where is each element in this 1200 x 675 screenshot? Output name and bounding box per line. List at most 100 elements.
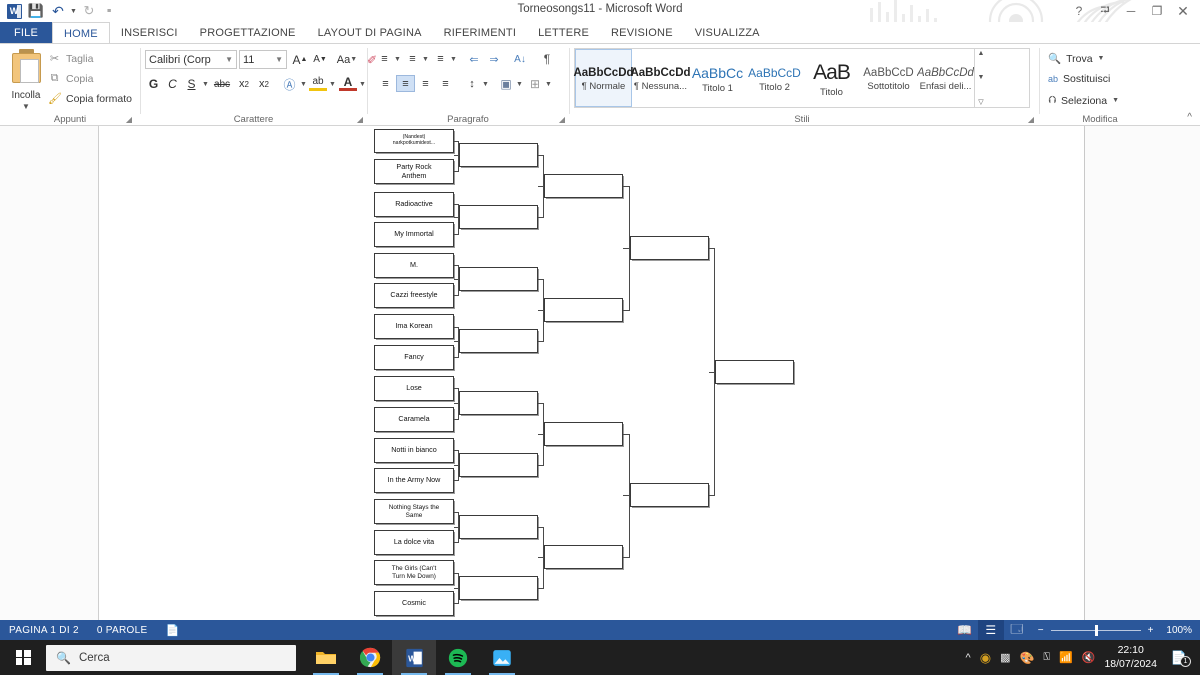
font-dialog-launcher[interactable]: ◢ <box>357 115 363 124</box>
bracket-slot-r3-2[interactable] <box>544 298 623 322</box>
paste-dropdown-caret-icon[interactable]: ▼ <box>22 102 30 111</box>
bracket-slot-r2-3[interactable] <box>459 267 538 291</box>
bracket-slot-r3-3[interactable] <box>544 422 623 446</box>
paste-label[interactable]: Incolla <box>2 90 50 101</box>
line-spacing-button[interactable]: ↕ <box>463 75 481 92</box>
style-item-enfasi-delicata[interactable]: AaBbCcDd Enfasi deli... <box>917 49 974 107</box>
clock[interactable]: 22:10 18/07/2024 <box>1104 644 1157 670</box>
tab-lettere[interactable]: LETTERE <box>527 22 600 44</box>
font-color-button[interactable]: A <box>339 75 357 91</box>
bracket-slot-r3-1[interactable] <box>544 174 623 198</box>
cut-button[interactable]: ✂ Taglia <box>48 52 94 66</box>
increase-indent-button[interactable]: ⇒ <box>485 50 503 68</box>
scroll-down-icon[interactable]: ▼ <box>978 74 985 81</box>
select-caret-icon[interactable]: ▼ <box>1112 97 1119 104</box>
tab-file[interactable]: FILE <box>0 22 53 44</box>
styles-dialog-launcher[interactable]: ◢ <box>1028 115 1034 124</box>
zoom-in-button[interactable]: + <box>1148 625 1154 636</box>
styles-gallery-scrollbar[interactable]: ▲ ▼ ▽ <box>974 49 987 107</box>
bracket-slot-r2-1[interactable] <box>459 143 538 167</box>
decrease-indent-button[interactable]: ⇐ <box>465 50 483 68</box>
strikethrough-button[interactable]: abc <box>211 75 233 93</box>
style-item-normale[interactable]: AaBbCcDd ¶ Normale <box>573 49 634 107</box>
font-size-caret-icon[interactable]: ▼ <box>275 55 283 64</box>
bracket-slot-r2-6[interactable] <box>459 453 538 477</box>
align-center-button[interactable]: ≡ <box>396 75 415 92</box>
microsoft-word-icon[interactable]: W <box>392 640 436 675</box>
ribbon-tabs[interactable]: FILE HOME INSERISCI PROGETTAZIONE LAYOUT… <box>0 22 1200 44</box>
tab-layout-di-pagina[interactable]: LAYOUT DI PAGINA <box>307 22 433 44</box>
file-explorer-icon[interactable] <box>304 640 348 675</box>
bullets-button[interactable]: ≡ <box>376 50 393 68</box>
bluetooth-off-icon[interactable]: ⍂ <box>1043 651 1050 664</box>
bullets-caret-icon[interactable]: ▼ <box>394 56 401 63</box>
bracket-slot-r1-8[interactable]: Fancy <box>374 345 454 370</box>
zoom-control[interactable]: − + 100% <box>1038 624 1192 636</box>
change-case-button[interactable]: Aa ▼ <box>335 50 359 69</box>
subscript-button[interactable]: x2 <box>235 75 253 93</box>
align-left-button[interactable]: ≡ <box>376 75 395 92</box>
read-mode-button[interactable]: 📖 <box>952 620 978 640</box>
style-item-nessuna-spaziatura[interactable]: AaBbCcDd ¶ Nessuna... <box>630 49 690 107</box>
google-chrome-icon[interactable] <box>348 640 392 675</box>
bracket-slot-r1-16[interactable]: Cosmic <box>374 591 454 616</box>
notifications-icon[interactable]: 📄 1 <box>1166 640 1192 675</box>
print-layout-button[interactable]: ☰ <box>977 620 1004 640</box>
zoom-slider-thumb[interactable] <box>1094 624 1098 636</box>
help-button[interactable]: ? <box>1066 0 1092 22</box>
bracket-slot-r4-2[interactable] <box>630 483 709 507</box>
tray-oval-icon[interactable]: ◉ <box>980 650 991 666</box>
search-input[interactable]: 🔍 Cerca <box>46 644 296 671</box>
bracket-slot-r1-5[interactable]: M. <box>374 253 454 278</box>
font-name-caret-icon[interactable]: ▼ <box>225 55 233 64</box>
page-indicator[interactable]: PAGINA 1 DI 2 <box>0 625 88 636</box>
numbering-button[interactable]: ≡ <box>404 50 421 68</box>
text-highlight-button[interactable]: ab <box>309 75 327 91</box>
line-spacing-caret-icon[interactable]: ▼ <box>482 81 489 88</box>
tab-inserisci[interactable]: INSERISCI <box>110 22 189 44</box>
spotify-icon[interactable] <box>436 640 480 675</box>
bracket-slot-r1-11[interactable]: Notti in bianco <box>374 438 454 463</box>
tab-home[interactable]: HOME <box>52 22 110 44</box>
text-effects-caret-icon[interactable]: ▼ <box>300 81 307 88</box>
clipboard-dialog-launcher[interactable]: ◢ <box>126 115 132 124</box>
zoom-out-button[interactable]: − <box>1038 625 1044 636</box>
font-color-caret-icon[interactable]: ▼ <box>359 81 366 88</box>
show-hidden-icons-icon[interactable]: ^ <box>966 652 971 664</box>
replace-button[interactable]: ab Sostituisci <box>1048 73 1110 85</box>
zoom-level[interactable]: 100% <box>1160 625 1192 636</box>
underline-button[interactable]: S <box>183 75 200 93</box>
style-item-sottotitolo[interactable]: AaBbCcD Sottotitolo <box>860 49 917 107</box>
ribbon-display-options-button[interactable]: ⮒ <box>1092 0 1118 22</box>
styles-gallery[interactable]: AaBbCcDd ¶ Normale AaBbCcDd ¶ Nessuna...… <box>573 48 1030 108</box>
bracket-slot-r2-5[interactable] <box>459 391 538 415</box>
find-caret-icon[interactable]: ▼ <box>1098 55 1105 62</box>
bracket-slot-r1-4[interactable]: My Immortal <box>374 222 454 247</box>
bracket-slot-r1-12[interactable]: In the Army Now <box>374 468 454 493</box>
style-item-titolo-1[interactable]: AaBbCс Titolo 1 <box>689 49 746 107</box>
tab-riferimenti[interactable]: RIFERIMENTI <box>433 22 527 44</box>
bracket-slot-r4-1[interactable] <box>630 236 709 260</box>
zoom-slider[interactable] <box>1050 624 1141 636</box>
bracket-slot-r1-3[interactable]: Radioactive <box>374 192 454 217</box>
tab-revisione[interactable]: REVISIONE <box>600 22 684 44</box>
borders-button[interactable]: ⊞ <box>526 75 544 92</box>
bracket-slot-r1-15[interactable]: The Girls (Can't Turn Me Down) <box>374 560 454 585</box>
paste-icon[interactable] <box>10 49 44 89</box>
bold-button[interactable]: G <box>145 75 162 93</box>
superscript-button[interactable]: x2 <box>255 75 273 93</box>
chevron-up-icon[interactable]: ^ <box>1187 112 1192 123</box>
justify-button[interactable]: ≡ <box>436 75 455 92</box>
web-layout-button[interactable]: 🗔 <box>1004 620 1030 640</box>
multilevel-list-button[interactable]: ≡ <box>432 50 449 68</box>
bracket-slot-r1-14[interactable]: La dolce vita <box>374 530 454 555</box>
format-painter-button[interactable]: 🖌 Copia formato <box>48 92 132 106</box>
styles-more-icon[interactable]: ▽ <box>978 98 983 106</box>
document-page[interactable]: (Nandest) narkpotkumidest... Party Rock An… <box>98 126 1085 620</box>
style-item-titolo[interactable]: AaB Titolo <box>803 49 860 107</box>
sort-button[interactable]: A↓ <box>511 50 529 68</box>
bracket-slot-r2-2[interactable] <box>459 205 538 229</box>
italic-button[interactable]: C <box>164 75 181 93</box>
select-button[interactable]: ⮉ Seleziona ▼ <box>1048 94 1119 107</box>
shading-button[interactable]: ▣ <box>497 75 515 92</box>
